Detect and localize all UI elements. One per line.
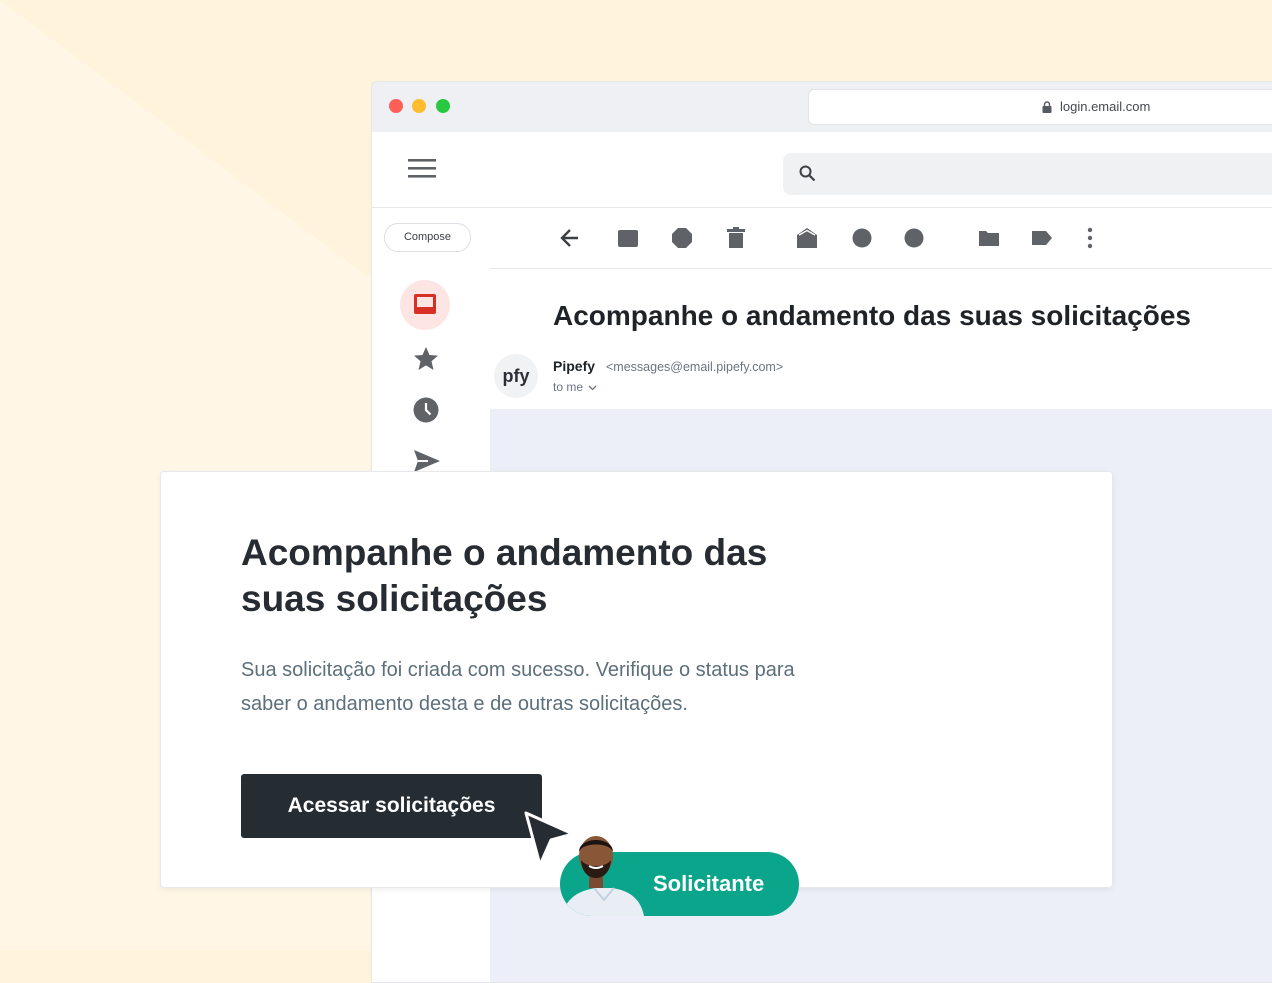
- inbox-icon: [414, 294, 436, 314]
- move-to-folder-icon[interactable]: [978, 227, 1000, 249]
- star-icon[interactable]: [413, 346, 439, 371]
- maximize-window-button[interactable]: [436, 99, 450, 113]
- email-subject: Acompanhe o andamento das suas solicitaç…: [553, 300, 1191, 331]
- mail-search-input[interactable]: [783, 153, 1272, 195]
- requester-label: Solicitante: [653, 871, 765, 896]
- minimize-window-button[interactable]: [412, 99, 426, 113]
- mark-unread-icon[interactable]: [795, 227, 819, 249]
- more-vert-icon[interactable]: [1087, 227, 1093, 249]
- back-arrow-icon[interactable]: [560, 227, 580, 249]
- report-icon[interactable]: [672, 227, 692, 249]
- sender-email: <messages@email.pipefy.com>: [606, 360, 784, 374]
- chevron-down-icon: [588, 385, 597, 391]
- url-text: login.email.com: [1060, 99, 1151, 114]
- send-icon[interactable]: [413, 449, 441, 473]
- snooze-icon[interactable]: [852, 227, 872, 249]
- card-description: Sua solicitação foi criada com sucesso. …: [241, 659, 795, 715]
- delete-icon[interactable]: [727, 227, 745, 249]
- clock-icon[interactable]: [413, 397, 439, 423]
- mail-app-bar: [372, 132, 1272, 208]
- nav-inbox[interactable]: [400, 280, 450, 330]
- close-window-button[interactable]: [389, 99, 403, 113]
- message-toolbar: [490, 207, 1272, 269]
- mouse-pointer-icon: [524, 811, 575, 867]
- task-icon[interactable]: [904, 227, 924, 249]
- search-icon: [799, 165, 816, 182]
- sender-name: Pipefy: [553, 358, 596, 374]
- recipient-text: to me: [553, 380, 584, 394]
- hamburger-menu-icon[interactable]: [408, 159, 436, 179]
- archive-icon[interactable]: [618, 227, 638, 249]
- notification-card: Acompanhe o andamento das suas solicitaç…: [160, 471, 1113, 888]
- browser-titlebar: login.email.com: [372, 82, 1272, 132]
- access-requests-button[interactable]: Acessar solicitações: [241, 774, 542, 838]
- lock-icon: [1042, 101, 1052, 113]
- label-icon[interactable]: [1031, 227, 1053, 249]
- address-bar[interactable]: login.email.com: [808, 89, 1272, 125]
- card-title: Acompanhe o andamento das suas solicitaç…: [241, 532, 768, 619]
- recipient-details-toggle[interactable]: to me: [553, 380, 597, 394]
- sender-avatar: pfy: [494, 354, 538, 398]
- compose-button[interactable]: Compose: [384, 223, 471, 252]
